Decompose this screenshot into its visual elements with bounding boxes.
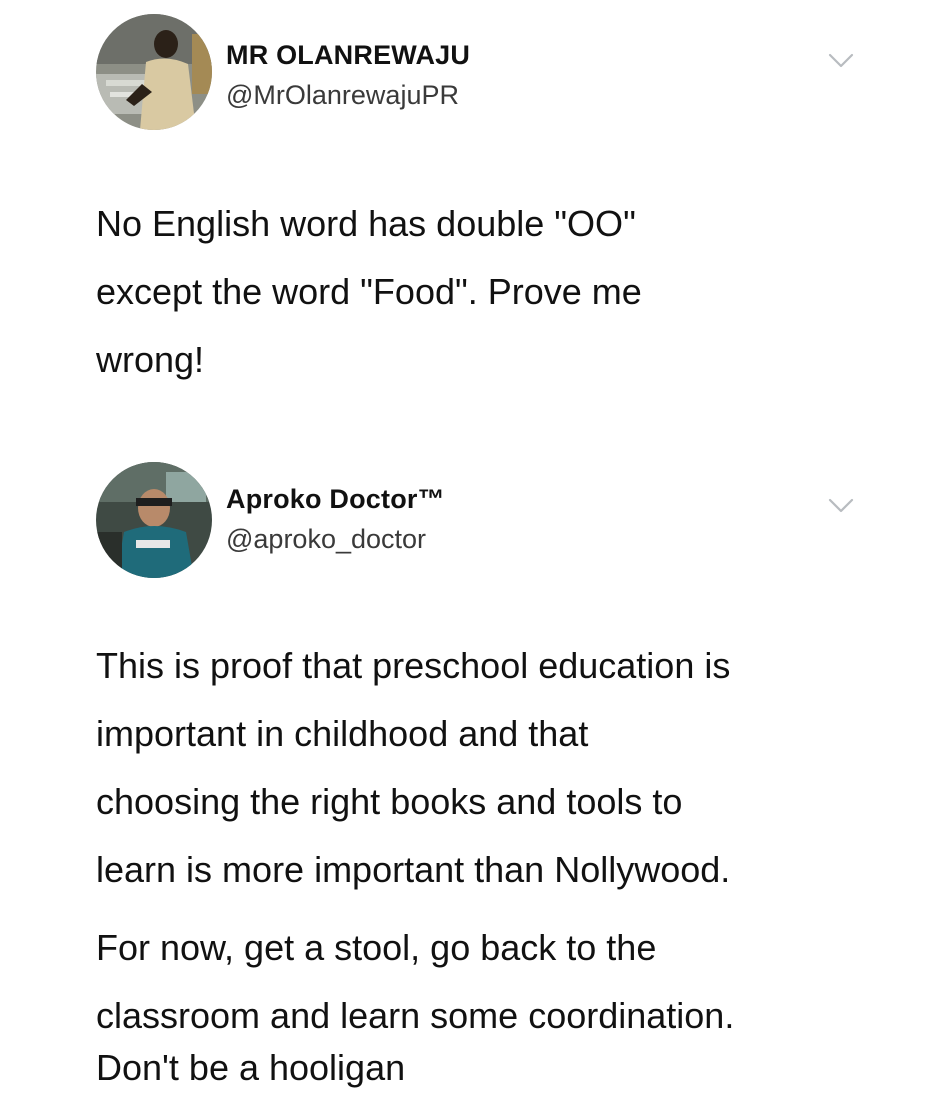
tweet-paragraph: This is proof that preschool education i… xyxy=(96,632,730,904)
text-line: important in childhood and that xyxy=(96,713,589,754)
tweet-paragraph: For now, get a stool, go back to the cla… xyxy=(96,914,734,1050)
avatar[interactable] xyxy=(96,462,212,578)
tweet-paragraph: Don't be a hooligan xyxy=(96,1034,405,1102)
display-name[interactable]: Aproko Doctor™ xyxy=(226,484,445,515)
text-line: For now, get a stool, go back to the xyxy=(96,927,657,968)
tweet-reply: Aproko Doctor™ @aproko_doctor This is pr… xyxy=(0,0,928,1120)
chevron-down-icon[interactable] xyxy=(828,498,854,514)
text-line: learn is more important than Nollywood. xyxy=(96,849,731,890)
text-line: choosing the right books and tools to xyxy=(96,781,683,822)
avatar-photo-icon xyxy=(96,462,212,578)
text-line: Don't be a hooligan xyxy=(96,1047,406,1088)
user-handle[interactable]: @aproko_doctor xyxy=(226,524,426,555)
text-line: This is proof that preschool education i… xyxy=(96,645,731,686)
